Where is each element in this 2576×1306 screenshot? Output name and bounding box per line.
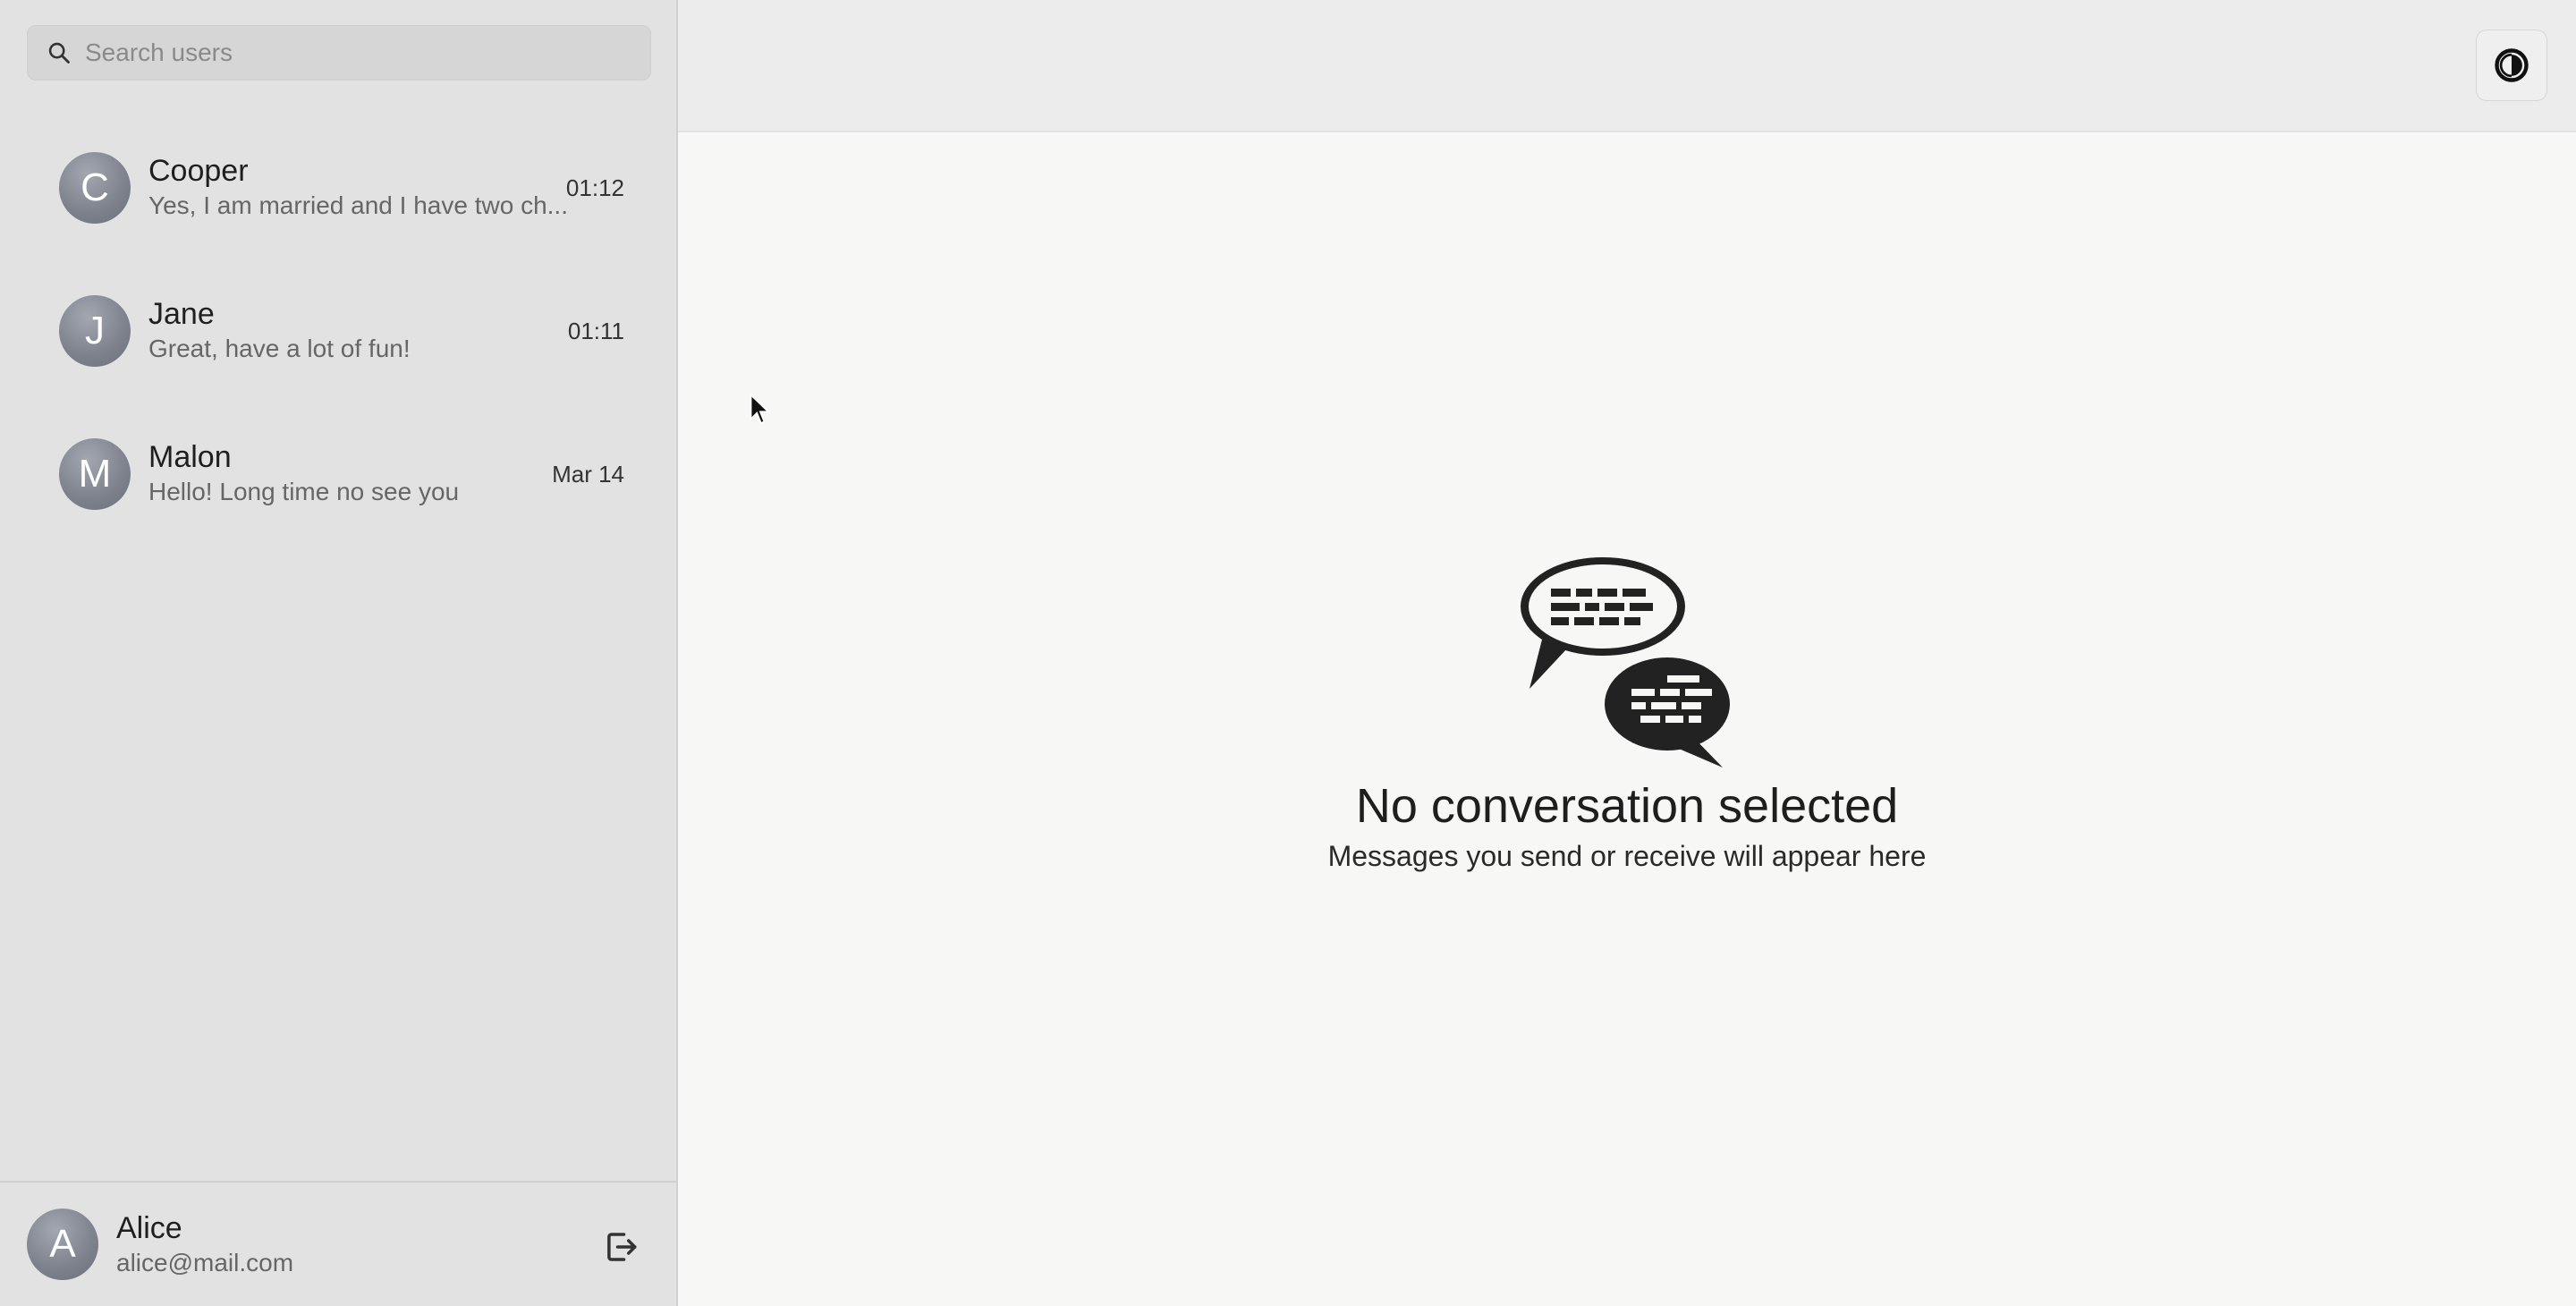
conversation-text: Cooper Yes, I am married and I have two … [148,153,569,223]
search-icon [46,39,72,66]
avatar: J [59,295,131,367]
sidebar: C Cooper Yes, I am married and I have tw… [0,0,678,1306]
logout-icon [607,1233,637,1261]
theme-toggle-button[interactable] [2476,30,2547,101]
conversation-time: Mar 14 [552,460,624,488]
current-user-panel: A Alice alice@mail.com [0,1181,676,1306]
top-bar [678,0,2576,132]
conversation-item-cooper[interactable]: C Cooper Yes, I am married and I have tw… [0,116,676,259]
conversation-preview: Hello! Long time no see you [148,478,460,505]
contrast-icon [2495,48,2529,82]
conversation-name: Jane [148,297,215,331]
main-panel: No conversation selected Messages you se… [678,0,2576,1306]
chat-bubbles-icon [1521,557,1730,767]
conversation-item-jane[interactable]: J Jane Great, have a lot of fun! 01:11 [0,259,676,403]
conversation-name: Cooper [148,154,249,188]
mouse-cursor-icon [750,394,771,425]
user-info: Alice alice@mail.com [116,1209,293,1279]
conversation-preview: Yes, I am married and I have two ch... [148,191,568,219]
conversation-time: 01:11 [567,317,624,344]
user-email: alice@mail.com [116,1249,294,1276]
conversation-name: Malon [148,440,232,474]
avatar: M [59,438,131,510]
conversation-list: C Cooper Yes, I am married and I have tw… [0,116,676,546]
logout-button[interactable] [601,1227,640,1267]
conversation-item-malon[interactable]: M Malon Hello! Long time no see you Mar … [0,403,676,546]
chat-app: C Cooper Yes, I am married and I have tw… [0,0,2576,1306]
user-name: Alice [116,1211,182,1245]
empty-state: No conversation selected Messages you se… [678,555,2576,875]
avatar: C [59,152,131,224]
empty-state-subtitle: Messages you send or receive will appear… [1327,840,1927,872]
user-avatar[interactable]: A [27,1208,98,1280]
conversation-time: 01:12 [565,174,624,201]
search-bar[interactable] [27,25,651,81]
conversation-text: Malon Hello! Long time no see you [148,439,569,509]
search-input[interactable] [83,38,623,68]
conversation-text: Jane Great, have a lot of fun! [148,296,569,366]
empty-state-title: No conversation selected [1355,779,1899,833]
conversation-preview: Great, have a lot of fun! [148,335,411,362]
